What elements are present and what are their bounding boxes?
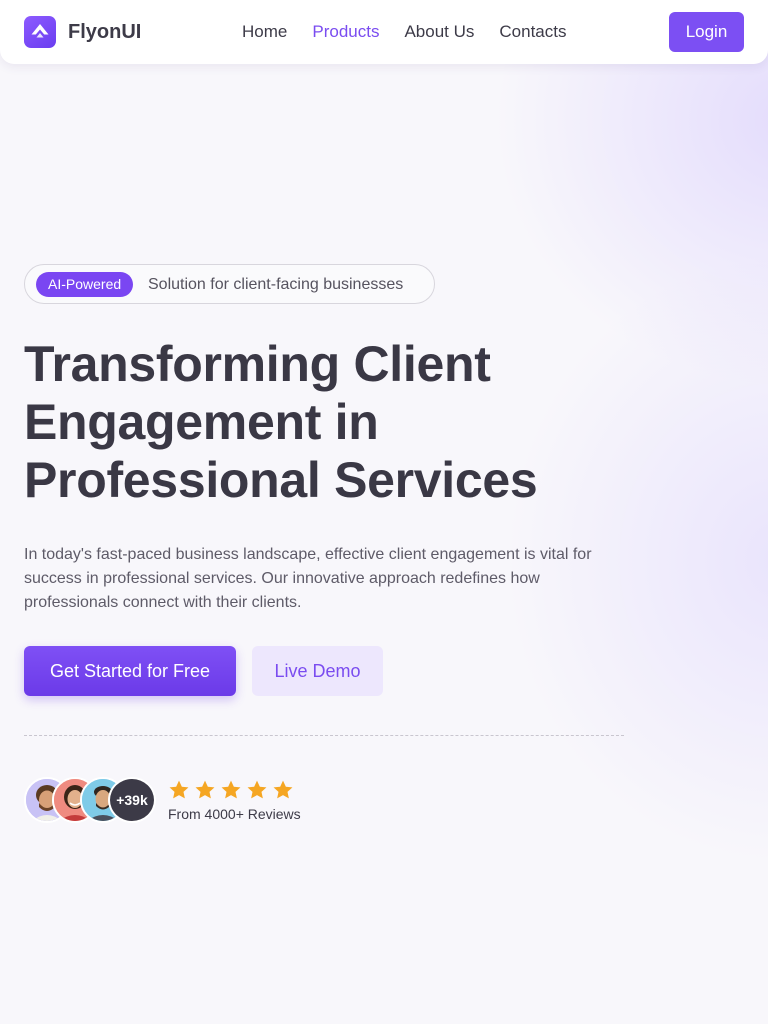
navbar: FlyonUI Home Products About Us Contacts … bbox=[0, 0, 768, 64]
login-button[interactable]: Login bbox=[669, 12, 744, 52]
star-icon bbox=[247, 780, 267, 799]
avatar-count-badge: +39k bbox=[108, 777, 156, 823]
flyonui-logo-icon[interactable] bbox=[24, 16, 56, 48]
avatar-group: +39k bbox=[24, 777, 156, 823]
nav-link-about-us[interactable]: About Us bbox=[404, 21, 474, 43]
announcement-pill: AI-Powered Solution for client-facing bu… bbox=[24, 264, 435, 304]
reviews-count-text: From 4000+ Reviews bbox=[168, 806, 301, 822]
hero-description: In today's fast-paced business landscape… bbox=[24, 546, 592, 611]
star-icon bbox=[221, 780, 241, 799]
brand-name[interactable]: FlyonUI bbox=[68, 20, 141, 44]
hero-title-line: Engagement in bbox=[24, 394, 379, 450]
star-icon bbox=[273, 780, 293, 799]
hero-title: Transforming Client Engagement in Profes… bbox=[24, 335, 624, 509]
hero-title-line: Professional Services bbox=[24, 452, 538, 508]
star-icon bbox=[195, 780, 215, 799]
background-glow bbox=[0, 0, 768, 1024]
nav-link-contacts[interactable]: Contacts bbox=[499, 21, 566, 43]
get-started-button[interactable]: Get Started for Free bbox=[24, 646, 236, 696]
star-icon bbox=[169, 780, 189, 799]
rating-stars bbox=[168, 779, 294, 801]
live-demo-button[interactable]: Live Demo bbox=[252, 646, 383, 696]
hero-title-line: Transforming Client bbox=[24, 336, 491, 392]
nav-links: Home Products About Us Contacts bbox=[242, 21, 566, 43]
announcement-text: Solution for client-facing businesses bbox=[148, 276, 404, 293]
dashed-divider bbox=[24, 735, 624, 736]
nav-link-products[interactable]: Products bbox=[312, 21, 379, 43]
ai-powered-badge: AI-Powered bbox=[36, 272, 134, 297]
nav-link-home[interactable]: Home bbox=[242, 21, 287, 43]
